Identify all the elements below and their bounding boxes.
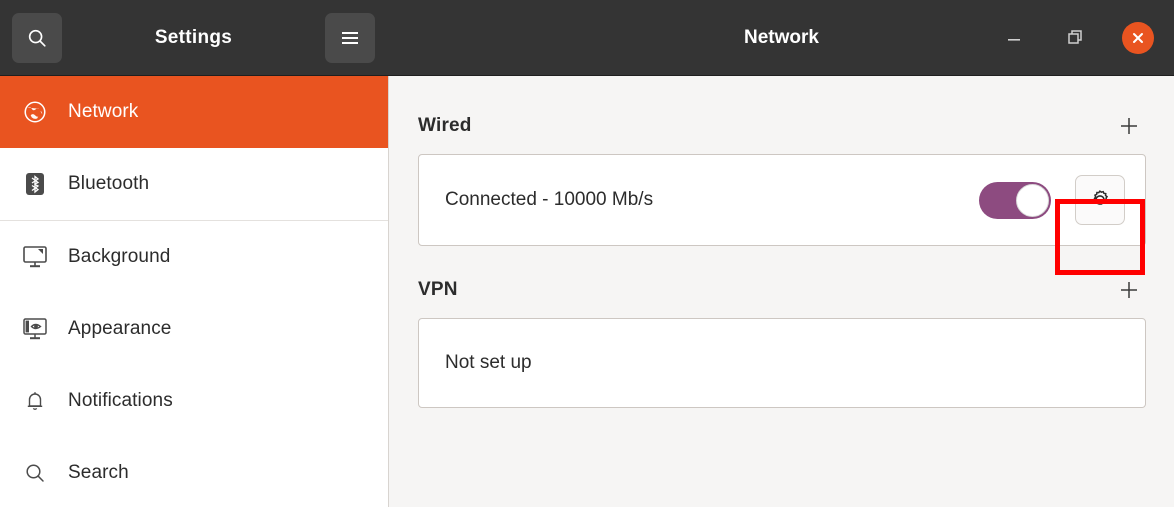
settings-sidebar: Network Bluetooth Background Appearance … — [0, 76, 389, 507]
monitor-wallpaper-icon — [18, 240, 52, 274]
wired-status-label: Connected - 10000 Mb/s — [445, 189, 654, 210]
restore-window-icon — [1068, 29, 1082, 44]
vpn-row: Not set up — [419, 319, 1145, 407]
close-button[interactable] — [1122, 21, 1154, 54]
monitor-eye-icon — [18, 312, 52, 346]
sidebar-item-notifications[interactable]: Notifications — [0, 365, 388, 437]
wired-connection-card: Connected - 10000 Mb/s — [418, 154, 1146, 246]
sidebar-item-bluetooth[interactable]: Bluetooth — [0, 148, 388, 220]
sidebar-header-bar: Settings — [0, 0, 389, 76]
globe-icon — [18, 95, 52, 129]
sidebar-item-label: Notifications — [68, 390, 173, 411]
panel-header-bar: Network — [389, 0, 1174, 76]
vpn-section-title: VPN — [418, 279, 458, 300]
search-icon — [28, 29, 46, 47]
search-button[interactable] — [12, 12, 62, 63]
window-controls — [998, 21, 1154, 54]
add-vpn-connection-button[interactable] — [1112, 273, 1146, 307]
vpn-card: Not set up — [418, 318, 1146, 408]
bell-icon — [18, 384, 52, 418]
wired-settings-gear-wrapper — [1071, 171, 1129, 229]
main-menu-button[interactable] — [325, 12, 375, 63]
plus-icon — [1121, 118, 1137, 134]
minimize-button[interactable] — [998, 22, 1030, 54]
wired-section-header: Wired — [418, 98, 1146, 154]
sidebar-item-label: Bluetooth — [68, 173, 150, 194]
settings-title: Settings — [154, 26, 233, 48]
sidebar-item-background[interactable]: Background — [0, 221, 388, 293]
close-icon — [1133, 32, 1143, 43]
sidebar-item-label: Appearance — [68, 318, 172, 339]
sidebar-item-search[interactable]: Search — [0, 437, 388, 507]
wired-settings-gear-button[interactable] — [1075, 175, 1125, 225]
wired-connection-row: Connected - 10000 Mb/s — [419, 155, 1145, 245]
vpn-status-label: Not set up — [445, 352, 532, 373]
gear-icon — [1093, 190, 1109, 205]
sidebar-item-appearance[interactable]: Appearance — [0, 293, 388, 365]
wired-enable-toggle[interactable] — [979, 181, 1051, 219]
bluetooth-icon — [18, 167, 52, 201]
sidebar-item-label: Network — [68, 101, 139, 122]
add-wired-connection-button[interactable] — [1112, 109, 1146, 143]
sidebar-item-label: Background — [68, 246, 171, 267]
settings-window: Settings Network Network Bluetooth Backg… — [0, 0, 1174, 507]
wired-section-title: Wired — [418, 115, 472, 136]
magnifier-icon — [18, 456, 52, 490]
minimize-icon — [1008, 38, 1020, 41]
sidebar-item-network[interactable]: Network — [0, 76, 388, 148]
sidebar-item-label: Search — [68, 462, 129, 483]
network-panel: Wired Connected - 10000 Mb/s VPN Not set… — [390, 76, 1174, 507]
plus-icon — [1121, 282, 1137, 298]
vpn-section-header: VPN — [418, 262, 1146, 318]
maximize-button[interactable] — [1060, 22, 1092, 54]
toggle-knob — [1016, 183, 1049, 217]
hamburger-menu-icon — [342, 31, 358, 44]
